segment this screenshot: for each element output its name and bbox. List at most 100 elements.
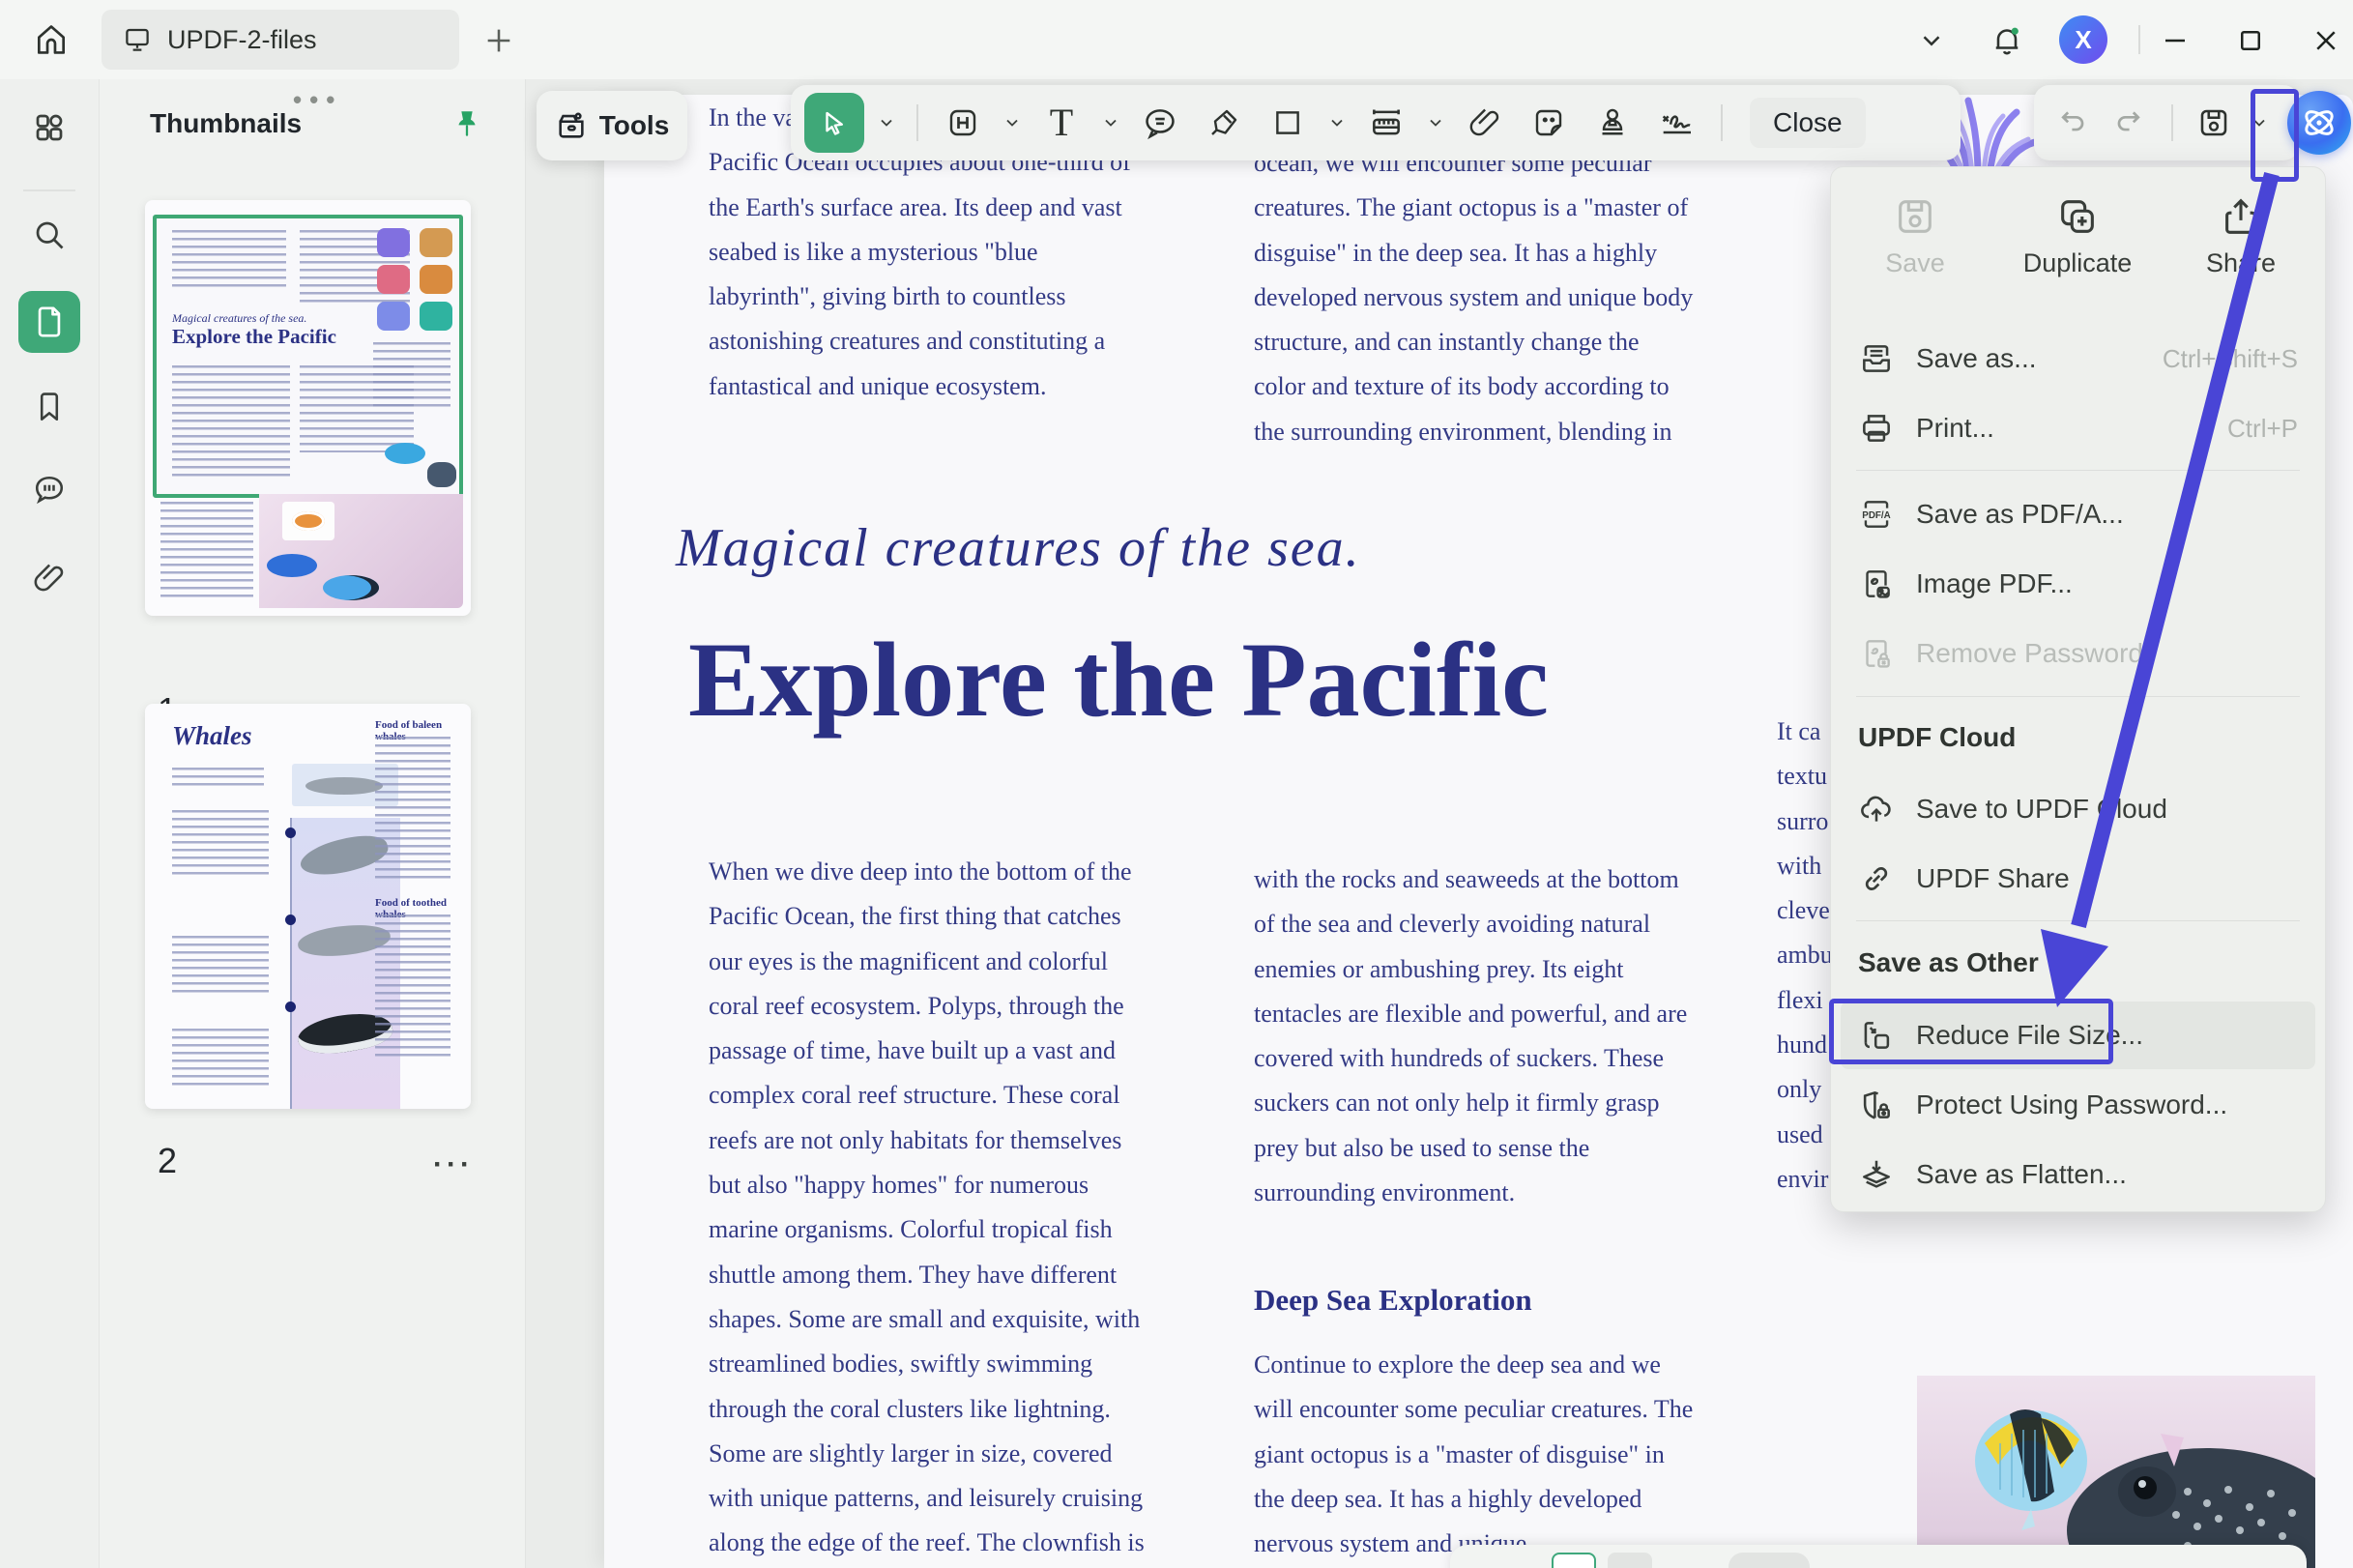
page-1-visible-region: Magical creatures of the sea. Explore th…: [153, 215, 463, 498]
minimize-button[interactable]: [2152, 17, 2198, 64]
tools-button[interactable]: Tools: [537, 91, 687, 160]
document-text-line: Continue to explore the deep sea and we: [1254, 1343, 1689, 1387]
menu-item-save-as-flatten[interactable]: Save as Flatten...: [1841, 1141, 2315, 1208]
save-as-icon: [1858, 340, 1895, 377]
edit-heading-tool-button[interactable]: [936, 96, 990, 150]
measure-tool-chevron[interactable]: [1423, 96, 1448, 150]
duplicate-icon: [2055, 194, 2100, 239]
document-text-line: shuttle among them. They have different: [709, 1253, 1139, 1297]
menu-item-label: UPDF Share: [1916, 863, 2298, 894]
rail-divider: [23, 189, 75, 191]
shield-lock-icon: [1858, 1087, 1895, 1123]
menu-item-save-as[interactable]: Save as... Ctrl+Shift+S: [1841, 325, 2315, 392]
measure-tool-button[interactable]: [1359, 96, 1413, 150]
notifications-button[interactable]: [1984, 17, 2030, 64]
monitor-icon: [123, 25, 152, 54]
close-window-button[interactable]: [2303, 17, 2349, 64]
document-text-line: giant octopus is a "master of disguise" …: [1254, 1433, 1689, 1477]
grid-icon: [32, 110, 67, 145]
document-tab[interactable]: UPDF-2-files: [102, 10, 459, 70]
nav-active-button[interactable]: [1552, 1553, 1596, 1568]
menu-save-button[interactable]: Save: [1857, 194, 1973, 301]
panel-title: Thumbnails: [150, 108, 302, 139]
document-text-line: labyrinth", giving birth to countless: [709, 275, 1134, 319]
menu-item-updf-share[interactable]: UPDF Share: [1841, 845, 2315, 913]
menu-item-save-to-cloud[interactable]: Save to UPDF Cloud: [1841, 775, 2315, 843]
select-tool-chevron[interactable]: [874, 96, 899, 150]
collapse-toolbar-button[interactable]: [1908, 17, 1955, 64]
blue-whale-image: [305, 777, 383, 795]
svg-text:PDF/A: PDF/A: [1862, 510, 1890, 521]
redo-button[interactable]: [2104, 96, 2158, 150]
reef-fish-photo: [1917, 1376, 2315, 1568]
sticker-tool-button[interactable]: [1522, 96, 1576, 150]
menu-divider: [1856, 920, 2300, 921]
striped-fish-image: [323, 575, 379, 600]
page-2-options-button[interactable]: ···: [433, 1148, 474, 1181]
document-text-line: of the sea and cleverly avoiding natural: [1254, 902, 1689, 946]
menu-divider: [1856, 470, 2300, 471]
select-tool-button[interactable]: [804, 93, 864, 153]
highlighter-tool-button[interactable]: [1197, 96, 1251, 150]
toolbox-icon: [555, 109, 588, 142]
thumbnail-page-1[interactable]: Magical creatures of the sea. Explore th…: [145, 200, 471, 616]
sidebar-item-bookmarks[interactable]: [18, 376, 80, 438]
pin-panel-button[interactable]: [446, 102, 488, 145]
home-button[interactable]: [25, 14, 77, 66]
document-text-line: coral reef ecosystem. Polyps, through th…: [709, 984, 1139, 1029]
coral-image: [377, 228, 410, 257]
account-avatar[interactable]: X: [2059, 15, 2107, 64]
nav-pill[interactable]: [1728, 1553, 1810, 1568]
thumb-title: Whales: [172, 721, 252, 751]
menu-share-button[interactable]: Share: [2183, 194, 2299, 301]
photo-frame: [282, 502, 334, 540]
home-icon: [33, 21, 70, 58]
sidebar-item-attachments[interactable]: [18, 547, 80, 609]
image-pdf-icon: [1858, 566, 1895, 602]
column-1-body: When we dive deep into the bottom of the…: [709, 850, 1139, 1568]
undo-button[interactable]: [2044, 96, 2098, 150]
comment-tool-button[interactable]: [1133, 96, 1187, 150]
edit-toolbar: T: [791, 85, 1961, 160]
page-2-number: 2: [158, 1141, 177, 1181]
document-text-line: covered with hundreds of suckers. These: [1254, 1036, 1689, 1081]
titlebar: UPDF-2-files X: [0, 0, 2353, 79]
menu-item-image-pdf[interactable]: Image PDF...: [1841, 550, 2315, 618]
menu-item-print[interactable]: Print... Ctrl+P: [1841, 394, 2315, 462]
nav-button[interactable]: [1608, 1553, 1652, 1568]
document-text-line: through the coral clusters like lightnin…: [709, 1387, 1139, 1432]
sidebar-item-overview[interactable]: [18, 97, 80, 159]
new-tab-button[interactable]: [479, 21, 518, 60]
sidebar-item-search[interactable]: [18, 204, 80, 266]
attach-tool-button[interactable]: [1458, 96, 1512, 150]
column-2-body-2: Continue to explore the deep sea and wew…: [1254, 1343, 1689, 1566]
shape-tool-button[interactable]: [1261, 96, 1315, 150]
heading-icon: [945, 105, 980, 140]
timeline-dot: [285, 828, 296, 838]
menu-duplicate-button[interactable]: Duplicate: [2019, 194, 2135, 301]
maximize-button[interactable]: [2227, 17, 2274, 64]
menu-item-remove-password[interactable]: Remove Password: [1841, 620, 2315, 687]
document-text-line: astonishing creatures and constituting a: [709, 319, 1134, 363]
save-button[interactable]: [2187, 96, 2241, 150]
document-main-heading: Explore the Pacific: [688, 619, 1549, 741]
sidebar-item-thumbnails[interactable]: [18, 291, 80, 353]
close-editor-button[interactable]: Close: [1750, 98, 1866, 148]
redo-icon: [2114, 106, 2147, 139]
signature-tool-button[interactable]: [1649, 96, 1703, 150]
thumb-title: Explore the Pacific: [172, 325, 336, 349]
menu-item-save-as-pdfa[interactable]: PDF/A Save as PDF/A...: [1841, 480, 2315, 548]
text-placeholder: [172, 230, 286, 290]
heading-tool-chevron[interactable]: [1000, 96, 1025, 150]
document-text-line: shapes. Some are small and exquisite, wi…: [709, 1297, 1139, 1342]
menu-item-protect-password[interactable]: Protect Using Password...: [1841, 1071, 2315, 1139]
stamp-tool-button[interactable]: [1585, 96, 1640, 150]
shape-tool-chevron[interactable]: [1324, 96, 1350, 150]
text-tool-chevron[interactable]: [1098, 96, 1123, 150]
sidebar-item-comments[interactable]: [18, 459, 80, 521]
text-tool-button[interactable]: T: [1034, 96, 1089, 150]
menu-item-label: Save as...: [1916, 343, 2141, 374]
thumbnail-page-2[interactable]: Whales Food of baleen whales Food of too…: [145, 704, 471, 1109]
text-placeholder: [375, 915, 450, 1061]
ai-swirl-icon: [2298, 102, 2340, 144]
